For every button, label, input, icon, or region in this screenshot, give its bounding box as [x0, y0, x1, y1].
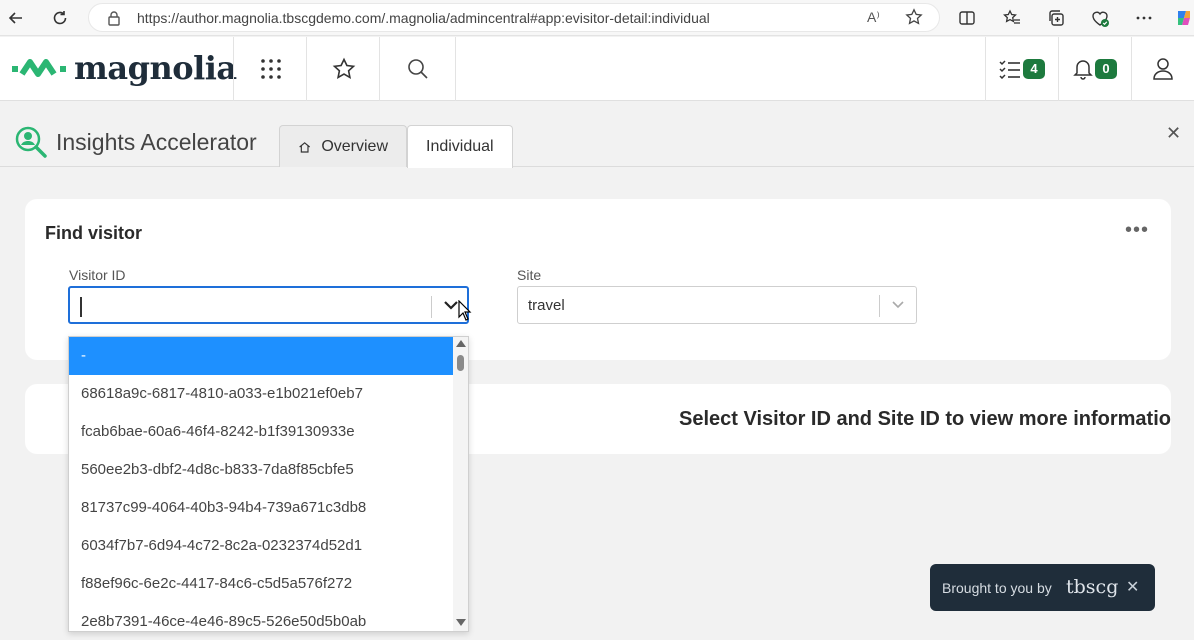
lock-icon: [107, 10, 121, 31]
grid-icon: [260, 59, 281, 79]
split-screen-icon[interactable]: [955, 6, 979, 30]
scroll-thumb[interactable]: [457, 355, 464, 371]
dropdown-option[interactable]: 2e8b7391-46ce-4e46-89c5-526e50d5b0ab: [69, 603, 455, 631]
tbscg-logo: tbscg: [1066, 576, 1119, 598]
header-spacer: [455, 37, 985, 101]
close-app-icon[interactable]: ✕: [1166, 123, 1181, 144]
star-icon: [332, 57, 355, 79]
tasks-count-badge: 4: [1023, 59, 1045, 79]
select-separator: [431, 296, 432, 318]
tab-overview[interactable]: Overview: [279, 125, 407, 167]
chevron-down-icon[interactable]: [890, 296, 906, 317]
dropdown-option[interactable]: 560ee2b3-dbf2-4d8c-b833-7da8f85cbfe5: [69, 451, 455, 489]
url-text: https://author.magnolia.tbscgdemo.com/.m…: [137, 10, 710, 26]
magnolia-logo-icon: [12, 59, 66, 77]
tab-individual[interactable]: Individual: [407, 125, 513, 168]
visitor-id-label: Visitor ID: [69, 267, 126, 283]
insights-accelerator-icon: [14, 125, 48, 164]
scroll-down-arrow-icon[interactable]: [456, 619, 466, 626]
browser-toolbar: https://author.magnolia.tbscgdemo.com/.m…: [0, 0, 1194, 36]
scroll-up-arrow-icon[interactable]: [456, 340, 466, 347]
text-cursor: [80, 297, 82, 317]
favorite-star-icon[interactable]: [905, 8, 923, 31]
magnolia-logo[interactable]: magnolia: [12, 49, 237, 87]
branding-toast: Brought to you by tbscg ✕: [930, 564, 1155, 611]
favorites-icon[interactable]: [1000, 6, 1024, 30]
visitor-id-dropdown[interactable]: - 68618a9c-6817-4810-a033-e1b021ef0eb7 f…: [68, 336, 469, 632]
chevron-down-icon[interactable]: [443, 297, 459, 318]
app-header: magnolia 4 0: [0, 37, 1194, 101]
site-value: travel: [528, 297, 565, 314]
dropdown-option[interactable]: 68618a9c-6817-4810-a033-e1b021ef0eb7: [69, 375, 455, 413]
user-menu-button[interactable]: [1131, 37, 1194, 101]
select-separator: [879, 295, 880, 317]
dropdown-option[interactable]: -: [69, 337, 455, 375]
more-actions-icon[interactable]: •••: [1125, 219, 1149, 242]
search-button[interactable]: [379, 37, 455, 101]
info-message: Select Visitor ID and Site ID to view mo…: [679, 408, 1171, 430]
logo-text: magnolia: [74, 49, 237, 87]
app-launcher-button[interactable]: [233, 37, 307, 101]
user-icon: [1153, 58, 1173, 80]
read-aloud-icon[interactable]: A⁾: [867, 9, 880, 26]
mouse-cursor-icon: [458, 300, 472, 321]
dropdown-option[interactable]: fcab6bae-60a6-46f4-8242-b1f39130933e: [69, 413, 455, 451]
tab-individual-label: Individual: [426, 138, 494, 155]
find-visitor-title: Find visitor: [45, 223, 143, 243]
home-icon: [299, 141, 311, 153]
dropdown-option[interactable]: 81737c99-4064-40b3-94b4-739a671c3db8: [69, 489, 455, 527]
site-label: Site: [517, 267, 542, 283]
tab-overview-label: Overview: [321, 137, 388, 155]
tasks-button[interactable]: 4: [985, 37, 1058, 101]
address-bar[interactable]: https://author.magnolia.tbscgdemo.com/.m…: [88, 3, 940, 32]
copilot-icon[interactable]: [1172, 6, 1194, 30]
search-icon: [407, 59, 428, 79]
refresh-icon[interactable]: [48, 6, 72, 30]
favorites-button[interactable]: [306, 37, 380, 101]
more-options-icon[interactable]: [1132, 6, 1156, 30]
notifications-count-badge: 0: [1095, 59, 1117, 79]
tasks-list-icon: [999, 60, 1020, 79]
visitor-id-select[interactable]: [68, 286, 469, 324]
app-title: Insights Accelerator: [56, 129, 257, 155]
browser-essentials-icon[interactable]: [1088, 6, 1112, 30]
app-title-bar: Insights Accelerator Overview Individual…: [0, 101, 1194, 168]
dropdown-option[interactable]: f88ef96c-6e2c-4417-84c6-c5d5a576f272: [69, 565, 455, 603]
dropdown-option[interactable]: 6034f7b7-6d94-4c72-8c2a-0232374d52d1: [69, 527, 455, 565]
bell-icon: [1073, 60, 1093, 80]
dropdown-scrollbar[interactable]: [453, 337, 468, 631]
notifications-button[interactable]: 0: [1058, 37, 1131, 101]
toast-text: Brought to you by: [942, 580, 1052, 596]
site-select[interactable]: travel: [517, 286, 917, 324]
info-message-clip: Select Visitor ID and Site ID to view mo…: [469, 384, 1171, 454]
collections-icon[interactable]: [1044, 6, 1068, 30]
toast-close-icon[interactable]: ✕: [1126, 577, 1139, 597]
back-icon[interactable]: [4, 6, 28, 30]
